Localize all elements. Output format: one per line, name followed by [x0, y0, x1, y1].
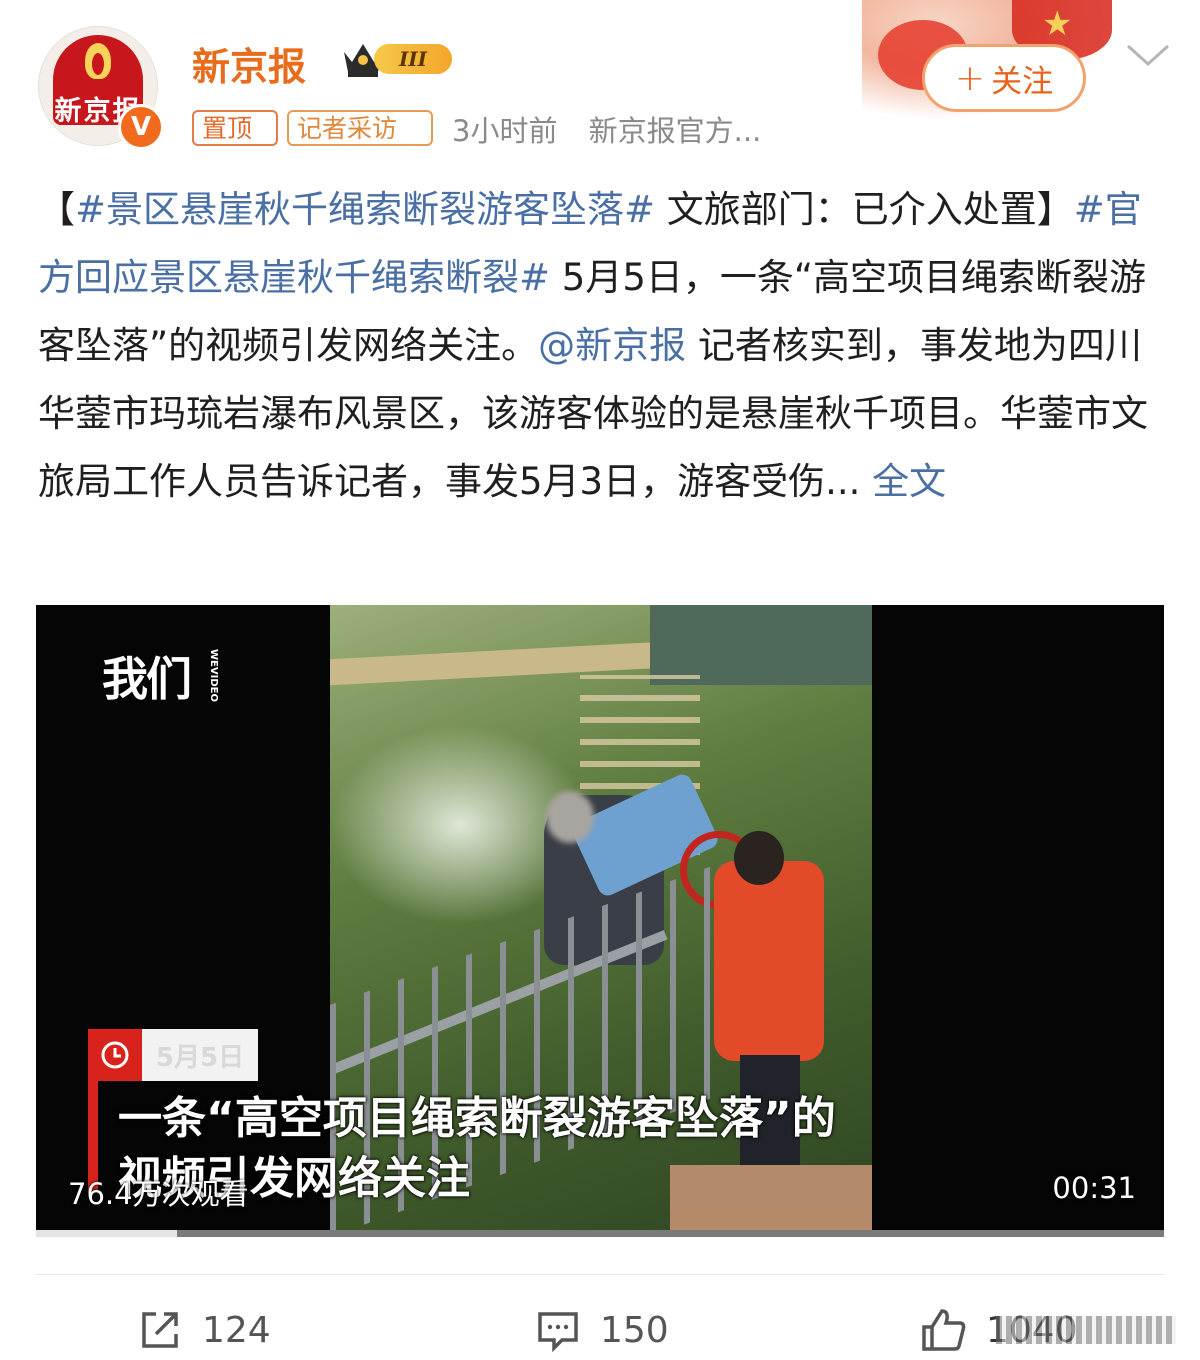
post-text: 【#景区悬崖秋千绳索断裂游客坠落# 文旅部门：已介入处置】#官方回应景区悬崖秋千…: [38, 176, 1160, 516]
share-icon: [142, 1312, 178, 1348]
comment-count: 150: [600, 1309, 669, 1351]
worker-head: [734, 831, 784, 885]
member-level: III: [374, 44, 452, 74]
channel-logo-sub: WEVIDEO: [208, 649, 219, 702]
follow-button[interactable]: + 关注: [922, 44, 1086, 112]
comment-icon: [538, 1312, 578, 1353]
account-name[interactable]: 新京报: [192, 36, 306, 91]
video-duration: 00:31: [1052, 1171, 1136, 1205]
hashtag-link[interactable]: #景区悬崖秋千绳索断裂游客坠落#: [75, 188, 655, 231]
subtitle-line: 一条“高空项目绳索断裂游客坠落”的: [118, 1093, 836, 1144]
date-banner: 5月5日: [88, 1029, 258, 1081]
overlay-strip: [996, 1316, 1176, 1344]
clock-icon: [88, 1029, 142, 1081]
video-progress-bar[interactable]: [36, 1230, 1164, 1237]
date-label: 5月5日: [142, 1029, 258, 1081]
thumbs-up-icon: [922, 1309, 966, 1351]
view-count: 76.4万次观看: [68, 1177, 249, 1211]
follow-label: 关注: [991, 63, 1054, 100]
bracket-close: 】: [1036, 188, 1074, 231]
share-count: 124: [202, 1309, 271, 1351]
expand-full-text-link[interactable]: 全文: [860, 460, 946, 503]
bracket-open: 【: [38, 188, 75, 231]
divider: [36, 1274, 1164, 1275]
member-badge[interactable]: III: [340, 38, 454, 80]
mention-link[interactable]: @新京报: [538, 324, 686, 367]
blurred-face: [546, 791, 594, 843]
post-source[interactable]: 新京报官方...: [589, 114, 762, 148]
flame-inner: [92, 53, 104, 75]
post-header: 新京报 V 新京报 III 置顶 记者采访 3小时前 新京报官方... ★ + …: [0, 0, 1200, 160]
star-icon: ★: [1042, 4, 1073, 44]
share-button[interactable]: 124: [136, 1300, 271, 1360]
video-player[interactable]: 我们 WEVIDEO 5月5日 一条“高空项目绳索断裂游客坠落”的 视频引发网络…: [36, 605, 1164, 1237]
plus-icon: +: [954, 57, 986, 99]
verified-icon: V: [118, 104, 164, 150]
video-progress-fill: [36, 1230, 177, 1237]
canopy: [650, 605, 872, 685]
channel-logo: 我们: [102, 652, 192, 706]
interview-tag: 记者采访: [287, 110, 433, 146]
post-time: 3小时前: [452, 114, 558, 148]
title-text: 文旅部门：已介入处置: [655, 188, 1037, 231]
worker-vest: [714, 861, 824, 1061]
comment-button[interactable]: 150: [534, 1300, 669, 1360]
post-meta: 3小时前 新京报官方...: [452, 108, 761, 150]
chevron-down-icon[interactable]: [1124, 40, 1172, 70]
pinned-tag: 置顶: [192, 110, 278, 146]
